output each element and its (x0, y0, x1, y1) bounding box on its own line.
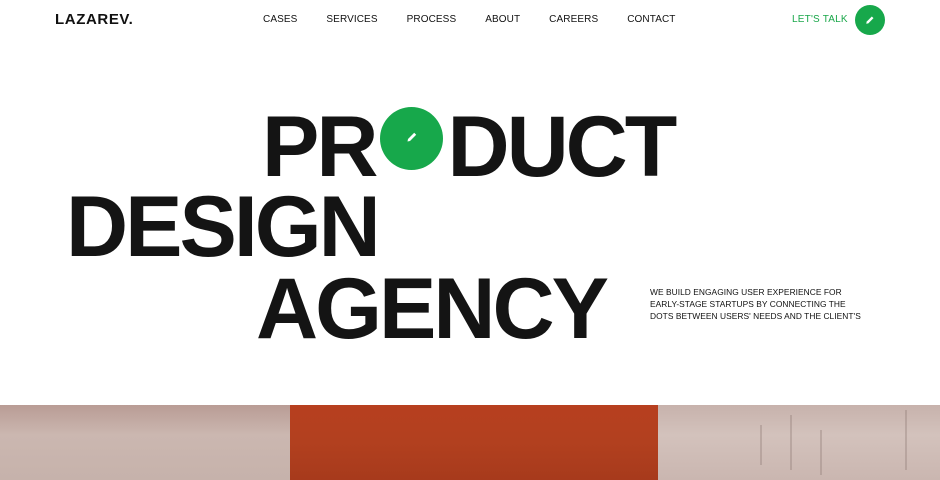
photo-orange-object (290, 405, 658, 480)
pencil-icon (865, 13, 875, 28)
pencil-icon (406, 131, 418, 146)
nav-item-process[interactable]: PROCESS (407, 14, 457, 25)
photo-left-area (0, 405, 292, 480)
photo-streak (760, 425, 762, 465)
hero-pencil-button[interactable] (380, 107, 443, 170)
hero-description-line: EARLY-STAGE STARTUPS BY CONNECTING THE (650, 299, 846, 309)
photo-streak (905, 410, 907, 470)
hero-description-line: WE BUILD ENGAGING USER EXPERIENCE FOR (650, 287, 842, 297)
lets-talk-link[interactable]: LET'S TALK (792, 14, 848, 25)
nav-item-services[interactable]: SERVICES (326, 14, 377, 25)
nav-item-about[interactable]: ABOUT (485, 14, 520, 25)
photo-right-area (658, 405, 940, 480)
logo[interactable]: LAZAREV. (55, 11, 133, 28)
main-nav: CASES SERVICES PROCESS ABOUT CAREERS CON… (263, 14, 676, 25)
photo-streak (820, 430, 822, 475)
hero-headline-line-3: AGENCY (256, 261, 609, 357)
hero-description: WE BUILD ENGAGING USER EXPERIENCE FOR EA… (650, 286, 865, 322)
hero-photo (0, 405, 940, 480)
nav-item-careers[interactable]: CAREERS (549, 14, 598, 25)
hero-headline-line-1: PR DUCT (262, 104, 677, 190)
hero-headline-line-2: DESIGN (66, 179, 381, 275)
photo-streak (790, 415, 792, 470)
lets-talk-button[interactable] (855, 5, 885, 35)
hero-word-duct: DUCT (447, 99, 677, 195)
nav-item-contact[interactable]: CONTACT (627, 14, 675, 25)
hero-description-line: DOTS BETWEEN USERS' NEEDS AND THE CLIENT… (650, 311, 861, 321)
nav-item-cases[interactable]: CASES (263, 14, 297, 25)
